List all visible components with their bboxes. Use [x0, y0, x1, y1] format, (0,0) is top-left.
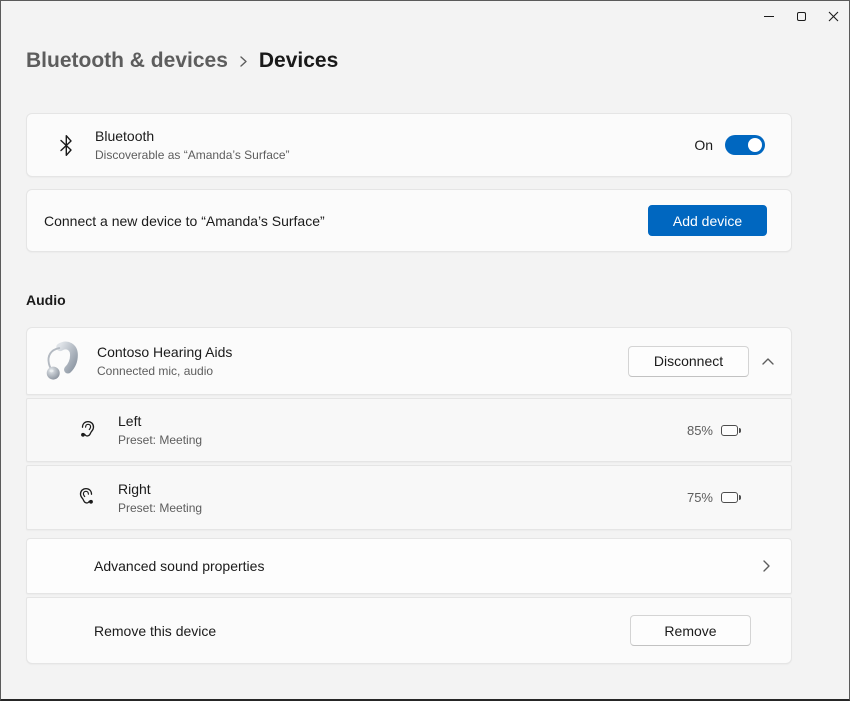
remove-device-row: Remove this device Remove: [26, 597, 792, 664]
minimize-button[interactable]: [753, 1, 785, 31]
battery-icon: [721, 492, 738, 503]
hearing-aid-right-row: Right Preset: Meeting 75%: [26, 465, 792, 530]
device-title: Contoso Hearing Aids: [97, 343, 628, 362]
chevron-up-icon[interactable]: [761, 357, 775, 366]
titlebar: [1, 1, 849, 31]
left-ear-icon: [78, 420, 96, 441]
left-subtitle: Preset: Meeting: [118, 432, 687, 448]
right-battery-status: 75%: [687, 490, 738, 505]
breadcrumb-parent[interactable]: Bluetooth & devices: [26, 49, 228, 73]
breadcrumb: Bluetooth & devices Devices: [26, 44, 792, 78]
left-title: Left: [118, 412, 687, 431]
bluetooth-card: Bluetooth Discoverable as “Amanda’s Surf…: [26, 113, 792, 177]
close-button[interactable]: [817, 1, 849, 31]
bluetooth-subtitle: Discoverable as “Amanda’s Surface”: [95, 147, 694, 163]
audio-section-header: Audio: [26, 292, 792, 312]
bluetooth-toggle[interactable]: [725, 135, 765, 155]
advanced-sound-properties-row[interactable]: Advanced sound properties: [26, 538, 792, 594]
remove-device-label: Remove this device: [94, 623, 630, 639]
left-battery-percent: 85%: [687, 423, 713, 438]
connect-device-label: Connect a new device to “Amanda’s Surfac…: [44, 213, 648, 229]
right-subtitle: Preset: Meeting: [118, 500, 687, 516]
battery-icon: [721, 425, 738, 436]
maximize-icon: [797, 12, 806, 21]
chevron-right-icon: [238, 54, 249, 69]
right-title: Right: [118, 480, 687, 499]
bluetooth-icon: [58, 134, 74, 157]
advanced-sound-label: Advanced sound properties: [94, 558, 762, 574]
hearing-aid-icon: [42, 339, 80, 383]
hearing-aids-row[interactable]: Contoso Hearing Aids Connected mic, audi…: [26, 327, 792, 395]
right-ear-icon: [78, 487, 96, 508]
disconnect-button[interactable]: Disconnect: [628, 346, 749, 377]
close-icon: [828, 11, 839, 22]
minimize-icon: [764, 16, 774, 17]
maximize-button[interactable]: [785, 1, 817, 31]
toggle-state-label: On: [694, 137, 713, 153]
chevron-right-icon: [762, 559, 771, 573]
device-subtitle: Connected mic, audio: [97, 363, 628, 379]
remove-button[interactable]: Remove: [630, 615, 751, 646]
hearing-aid-left-row: Left Preset: Meeting 85%: [26, 398, 792, 462]
page-title: Devices: [259, 49, 338, 73]
add-device-button[interactable]: Add device: [648, 205, 767, 236]
settings-window: Bluetooth & devices Devices Bluetooth Di…: [0, 0, 850, 701]
right-battery-percent: 75%: [687, 490, 713, 505]
bluetooth-title: Bluetooth: [95, 127, 694, 146]
connect-device-card: Connect a new device to “Amanda’s Surfac…: [26, 189, 792, 252]
toggle-knob: [748, 138, 762, 152]
left-battery-status: 85%: [687, 423, 738, 438]
